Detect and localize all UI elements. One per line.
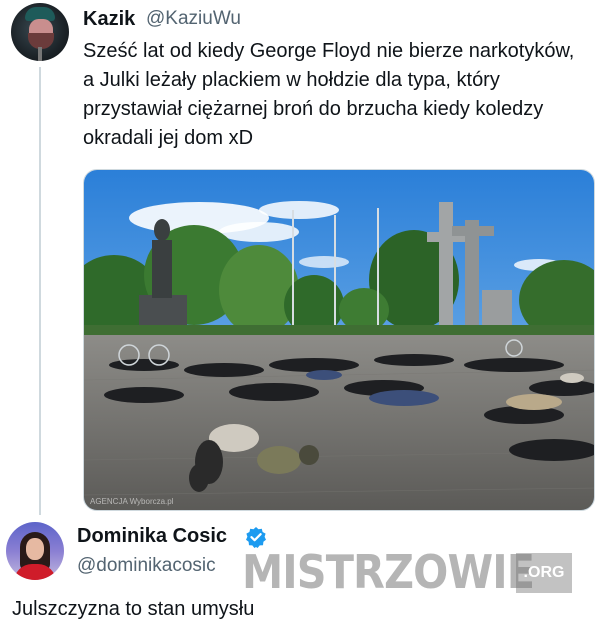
photo-credit: AGENCJA Wyborcza.pl [90,497,174,506]
thread-line [39,67,41,515]
avatar[interactable] [11,3,69,61]
protest-photo-image [84,170,594,510]
author-handle[interactable]: @KaziuWu [146,8,241,30]
author-handle[interactable]: @dominikacosic [77,555,216,577]
avatar-mic-stand [38,47,42,61]
watermark-domain-badge: .ORG [516,553,572,593]
site-watermark: MISTRZOWIE .ORG [242,545,572,599]
author-name[interactable]: Dominika Cosic [77,525,227,548]
tweet-text: Sześć lat od kiedy George Floyd nie bier… [83,40,575,149]
tweet-kazik[interactable]: Kazik @KaziuWu Sześć lat od kiedy George… [0,0,600,515]
avatar[interactable] [6,522,64,580]
tweet-text: Julszczyzna to stan umysłu [12,598,255,620]
avatar-face [26,538,44,560]
watermark-text: MISTRZOWIE [242,545,535,599]
tweet-photo[interactable]: AGENCJA Wyborcza.pl [83,169,595,511]
author-name[interactable]: Kazik [83,8,135,31]
